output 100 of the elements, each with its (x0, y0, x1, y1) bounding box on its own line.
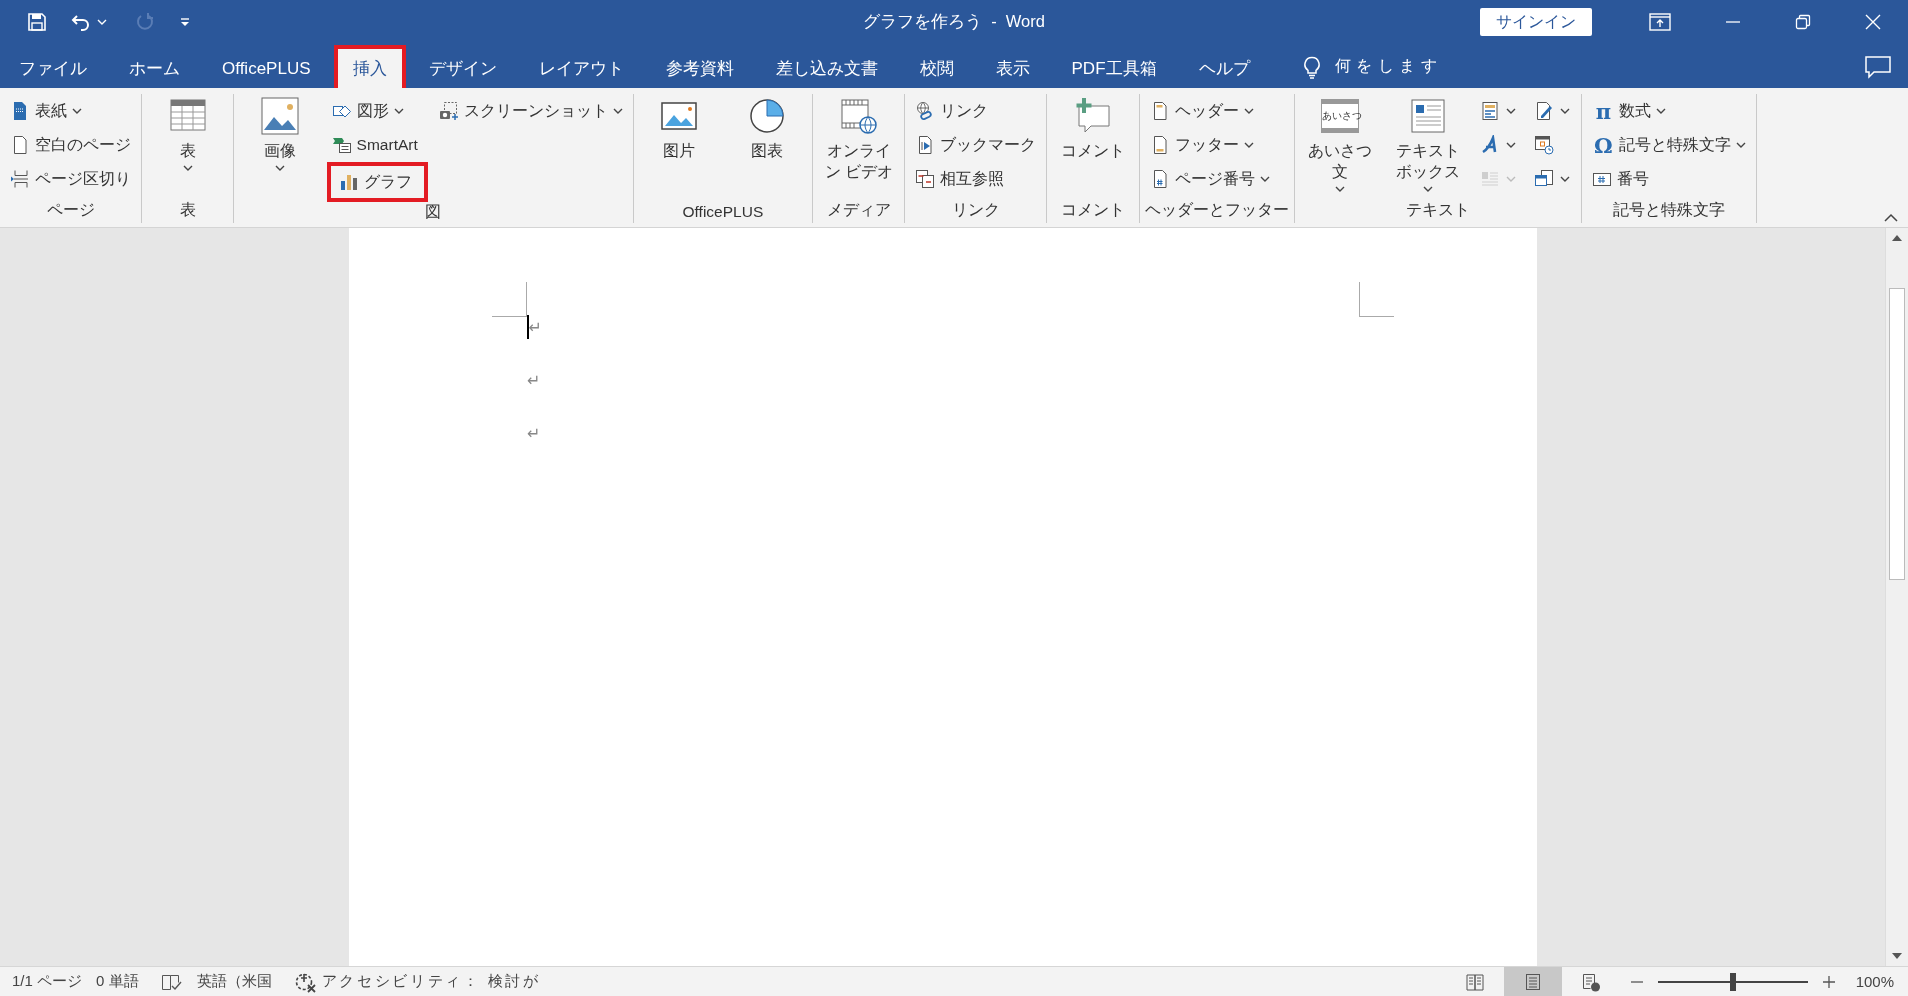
header-button[interactable]: ヘッダー (1144, 94, 1275, 128)
word-count[interactable]: 0 単語 (96, 972, 139, 991)
screenshot-icon (438, 101, 459, 121)
number-button[interactable]: 番号 (1587, 162, 1752, 196)
zoom-level[interactable]: 100% (1855, 973, 1894, 990)
page-break-button[interactable]: ページ区切り (5, 162, 136, 196)
group-label: 図 (424, 202, 443, 222)
ribbon-tab[interactable]: 表示 (976, 49, 1049, 88)
page-count[interactable]: 1/1 ページ (12, 972, 83, 991)
bookmark-button[interactable]: ブックマーク (910, 128, 1042, 162)
sign-in-button[interactable]: サインイン (1480, 8, 1592, 36)
ribbon-tab[interactable]: 校閲 (900, 49, 973, 88)
group-label: 記号と特殊文字 (1612, 200, 1727, 220)
online-video-button[interactable]: オンライン ビデオ (818, 94, 900, 194)
image-icon (259, 96, 300, 136)
group-label: メディア (825, 200, 892, 220)
caret-icon (274, 165, 285, 171)
window-title: グラフを作ろう - Word (863, 11, 1045, 32)
equation-icon: π (1592, 98, 1615, 124)
cross-reference-icon (915, 169, 936, 189)
blank-page-button[interactable]: 空白のページ (5, 128, 136, 162)
group-label: OfficePLUS (681, 203, 765, 222)
group-label: コメント (1060, 200, 1127, 220)
ribbon-tab[interactable]: デザイン (409, 49, 516, 88)
caret-icon (1335, 186, 1346, 192)
shapes-button[interactable]: 図形 (326, 94, 428, 128)
caret-icon (1560, 176, 1571, 182)
caret-icon (1656, 108, 1667, 114)
bar-chart-button[interactable]: グラフ (326, 162, 428, 202)
caret-icon (97, 19, 107, 25)
web-layout-icon[interactable] (1580, 971, 1601, 992)
group-label: 表 (178, 200, 197, 220)
caret-icon (1243, 142, 1254, 148)
group-label: ページ (45, 200, 96, 220)
redo-icon (135, 12, 155, 32)
smartart-icon (331, 135, 352, 155)
comments-icon[interactable] (1864, 55, 1892, 79)
symbol-icon: Ω (1592, 132, 1615, 158)
greeting-card-button[interactable]: あいさつ あいさつ文 (1299, 94, 1382, 194)
tell-me-field[interactable]: 何をします (1334, 56, 1443, 88)
corner-mark (492, 282, 527, 317)
pie-chart-button[interactable]: 图表 (725, 94, 808, 194)
caret-icon (1243, 108, 1254, 114)
collapse-ribbon-icon[interactable] (1884, 213, 1898, 223)
read-mode-icon[interactable] (1464, 971, 1485, 992)
paragraph-mark: ↵ (527, 423, 541, 445)
zoom-in-icon[interactable] (1821, 974, 1836, 989)
paragraph-mark: ↵ (528, 317, 542, 339)
page-number-button[interactable]: ページ番号 (1144, 162, 1275, 196)
greeting-card-icon: あいさつ (1321, 99, 1360, 133)
ribbon-tab[interactable]: ファイル (0, 49, 106, 88)
drop-cap-icon (1480, 169, 1501, 189)
print-layout-button[interactable] (1503, 967, 1562, 996)
accessibility-status[interactable]: アクセシビリティ： 検討が (321, 972, 541, 991)
comment-button[interactable]: コメント (1052, 94, 1134, 194)
screenshot-button[interactable]: スクリーンショット (433, 94, 628, 128)
smartart-button[interactable]: SmartArt (326, 128, 428, 162)
group-label: リンク (951, 200, 1001, 220)
ribbon-tab[interactable]: ホーム (110, 49, 199, 88)
caret-icon (1506, 142, 1517, 148)
restore-icon[interactable] (1795, 14, 1811, 30)
equation-button[interactable]: π 数式 (1587, 94, 1752, 128)
text-cursor (527, 315, 529, 339)
ribbon-tab[interactable]: 差し込み文書 (756, 49, 897, 88)
table-button[interactable]: 表 (147, 94, 229, 194)
signature-line-icon (1534, 101, 1555, 121)
footer-button[interactable]: フッター (1144, 128, 1275, 162)
paragraph-mark: ↵ (527, 370, 541, 392)
customize-icon[interactable] (179, 16, 191, 28)
image-button[interactable]: 画像 (239, 94, 321, 194)
date-time-icon (1534, 135, 1555, 155)
language-indicator[interactable]: 英語（米国 (196, 972, 272, 991)
picture-button[interactable]: 图片 (638, 94, 720, 194)
save-icon[interactable] (27, 12, 47, 32)
group-label: ヘッダーとフッター (1144, 200, 1289, 220)
ribbon-tab[interactable]: 挿入 (333, 45, 406, 88)
caret-icon (1560, 108, 1571, 114)
cross-reference-button[interactable]: 相互参照 (910, 162, 1042, 196)
link-button[interactable]: リンク (910, 94, 1042, 128)
group-label: テキスト (1405, 200, 1472, 220)
ribbon-options-icon[interactable] (1649, 13, 1671, 31)
scrollbar-thumb[interactable] (1889, 288, 1905, 580)
ribbon-tab[interactable]: PDF工具箱 (1052, 49, 1176, 88)
cover-page-button[interactable]: 表紙 (5, 94, 136, 128)
caret-icon (612, 108, 623, 114)
quick-parts-icon (1480, 101, 1501, 121)
caret-icon (1736, 142, 1747, 148)
zoom-slider-thumb[interactable] (1729, 972, 1736, 991)
text-box-button[interactable]: テキストボックス (1387, 94, 1469, 194)
close-icon[interactable] (1865, 14, 1881, 30)
caret-icon (72, 108, 82, 114)
ribbon-tab[interactable]: OfficePLUS (203, 49, 330, 88)
caret-icon (1506, 108, 1517, 114)
caret-icon (182, 165, 193, 171)
caret-icon (1259, 176, 1270, 182)
symbol-button[interactable]: Ω 記号と特殊文字 (1587, 128, 1752, 162)
ribbon-tab[interactable]: 参考資料 (646, 49, 753, 88)
ribbon-tab[interactable]: ヘルプ (1179, 49, 1269, 88)
ribbon-tab[interactable]: レイアウト (519, 49, 643, 88)
caret-icon (1422, 186, 1433, 192)
